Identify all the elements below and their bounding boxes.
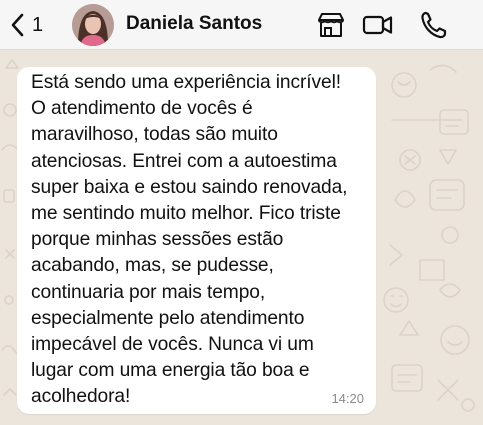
chat-header: 1 Daniela Santos [0,0,483,50]
avatar-image [72,4,114,46]
avatar[interactable] [72,4,114,46]
unread-count: 1 [32,13,44,36]
back-button[interactable]: 1 [10,10,43,40]
video-camera-icon[interactable] [362,10,394,45]
message-text: Está sendo uma experiência incrível! O a… [31,72,348,408]
message-bubble[interactable]: Está sendo uma experiência incrível! O a… [17,67,376,414]
contact-name[interactable]: Daniela Santos [126,13,262,35]
phone-icon[interactable] [420,10,448,45]
message-timestamp: 14:20 [331,391,364,406]
store-icon[interactable] [316,10,346,45]
chevron-left-icon [11,13,24,37]
